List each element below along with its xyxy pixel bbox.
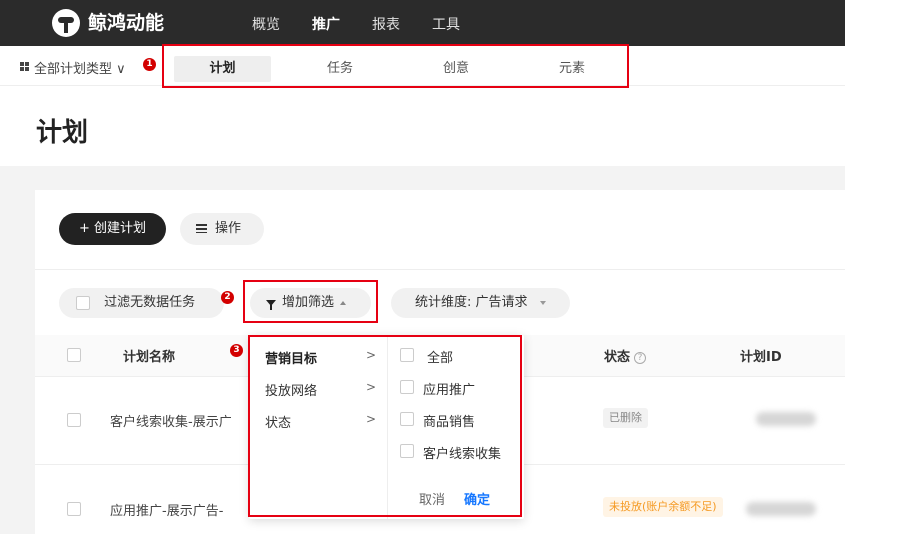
grid-icon [20, 62, 29, 71]
stat-dimension-label: 统计维度: 广告请求 [415, 295, 528, 310]
tab-creative[interactable]: 创意 [416, 56, 496, 82]
annotation-badge-1: 1 [143, 58, 156, 71]
plan-name[interactable]: 应用推广-展示广告- [110, 500, 248, 519]
chevron-right-icon: > [366, 380, 377, 394]
option-label-goods[interactable]: 商品销售 [423, 411, 475, 430]
plan-name[interactable]: 客户线索收集-展示广 [110, 411, 248, 430]
brand-logo-icon [52, 9, 80, 37]
chevron-right-icon: > [366, 348, 377, 362]
toolbar-divider [35, 269, 845, 270]
filter-icon [266, 299, 276, 310]
option-checkbox-app[interactable] [400, 380, 414, 394]
row-checkbox[interactable] [67, 502, 81, 516]
dropdown-column-divider [387, 335, 388, 519]
status-badge: 已删除 [603, 408, 648, 428]
option-checkbox-leads[interactable] [400, 444, 414, 458]
chevron-right-icon: > [366, 412, 377, 426]
column-header-name: 计划名称 [123, 350, 176, 365]
tab-task[interactable]: 任务 [300, 56, 380, 82]
option-checkbox-goods[interactable] [400, 412, 414, 426]
column-header-status-label: 状态 [604, 350, 631, 365]
row-checkbox[interactable] [67, 413, 81, 427]
brand-name: 鲸鸿动能 [88, 12, 165, 34]
filter-category-network[interactable]: 投放网络 [265, 380, 317, 399]
page-title: 计划 [36, 118, 89, 148]
select-all-checkbox[interactable] [67, 348, 81, 362]
menu-icon [196, 224, 207, 233]
option-label-app[interactable]: 应用推广 [423, 379, 475, 398]
checkbox[interactable] [76, 295, 90, 310]
plan-id-redacted [756, 412, 816, 426]
nav-item-promotion[interactable]: 推广 [312, 14, 340, 34]
tab-plan[interactable]: 计划 [174, 56, 271, 82]
sub-navbar: 全部计划类型 ∨ 1 计划 任务 创意 元素 [0, 46, 845, 86]
chevron-down-icon [539, 300, 546, 305]
annotation-badge-2: 2 [221, 291, 234, 304]
caret-up-icon [340, 300, 347, 305]
plan-id-redacted [746, 502, 816, 516]
option-checkbox-all[interactable] [400, 348, 414, 362]
filter-no-data-label: 过滤无数据任务 [104, 295, 196, 310]
stat-dimension-select[interactable]: 统计维度: 广告请求 [391, 288, 570, 318]
operations-button[interactable]: 操作 [180, 213, 264, 245]
top-navbar: 鲸鸿动能 概览 推广 报表 工具 [0, 0, 845, 46]
plan-type-select[interactable]: 全部计划类型 ∨ [34, 58, 126, 77]
cancel-button[interactable]: 取消 [419, 489, 445, 508]
option-label-leads[interactable]: 客户线索收集 [423, 443, 501, 462]
annotation-badge-3: 3 [230, 344, 243, 357]
add-filter-label: 增加筛选 [282, 295, 335, 310]
create-plan-button[interactable]: + 创建计划 [59, 213, 166, 245]
nav-item-tools[interactable]: 工具 [432, 14, 460, 34]
filter-category-status[interactable]: 状态 [265, 412, 291, 431]
filter-category-marketing-goal[interactable]: 营销目标 [265, 348, 317, 367]
column-header-id: 计划ID [740, 350, 782, 365]
add-filter-button[interactable]: 增加筛选 [250, 288, 371, 318]
nav-item-overview[interactable]: 概览 [252, 14, 280, 34]
operations-label: 操作 [215, 221, 242, 236]
option-label-all[interactable]: 全部 [427, 347, 453, 366]
nav-item-reports[interactable]: 报表 [372, 14, 400, 34]
status-badge: 未投放(账户余额不足) [603, 497, 723, 517]
filter-no-data-toggle[interactable]: 过滤无数据任务 [59, 288, 224, 318]
tab-element[interactable]: 元素 [532, 56, 612, 82]
confirm-button[interactable]: 确定 [464, 489, 490, 508]
column-header-status: 状态? [604, 346, 647, 365]
help-icon[interactable]: ? [634, 351, 647, 364]
